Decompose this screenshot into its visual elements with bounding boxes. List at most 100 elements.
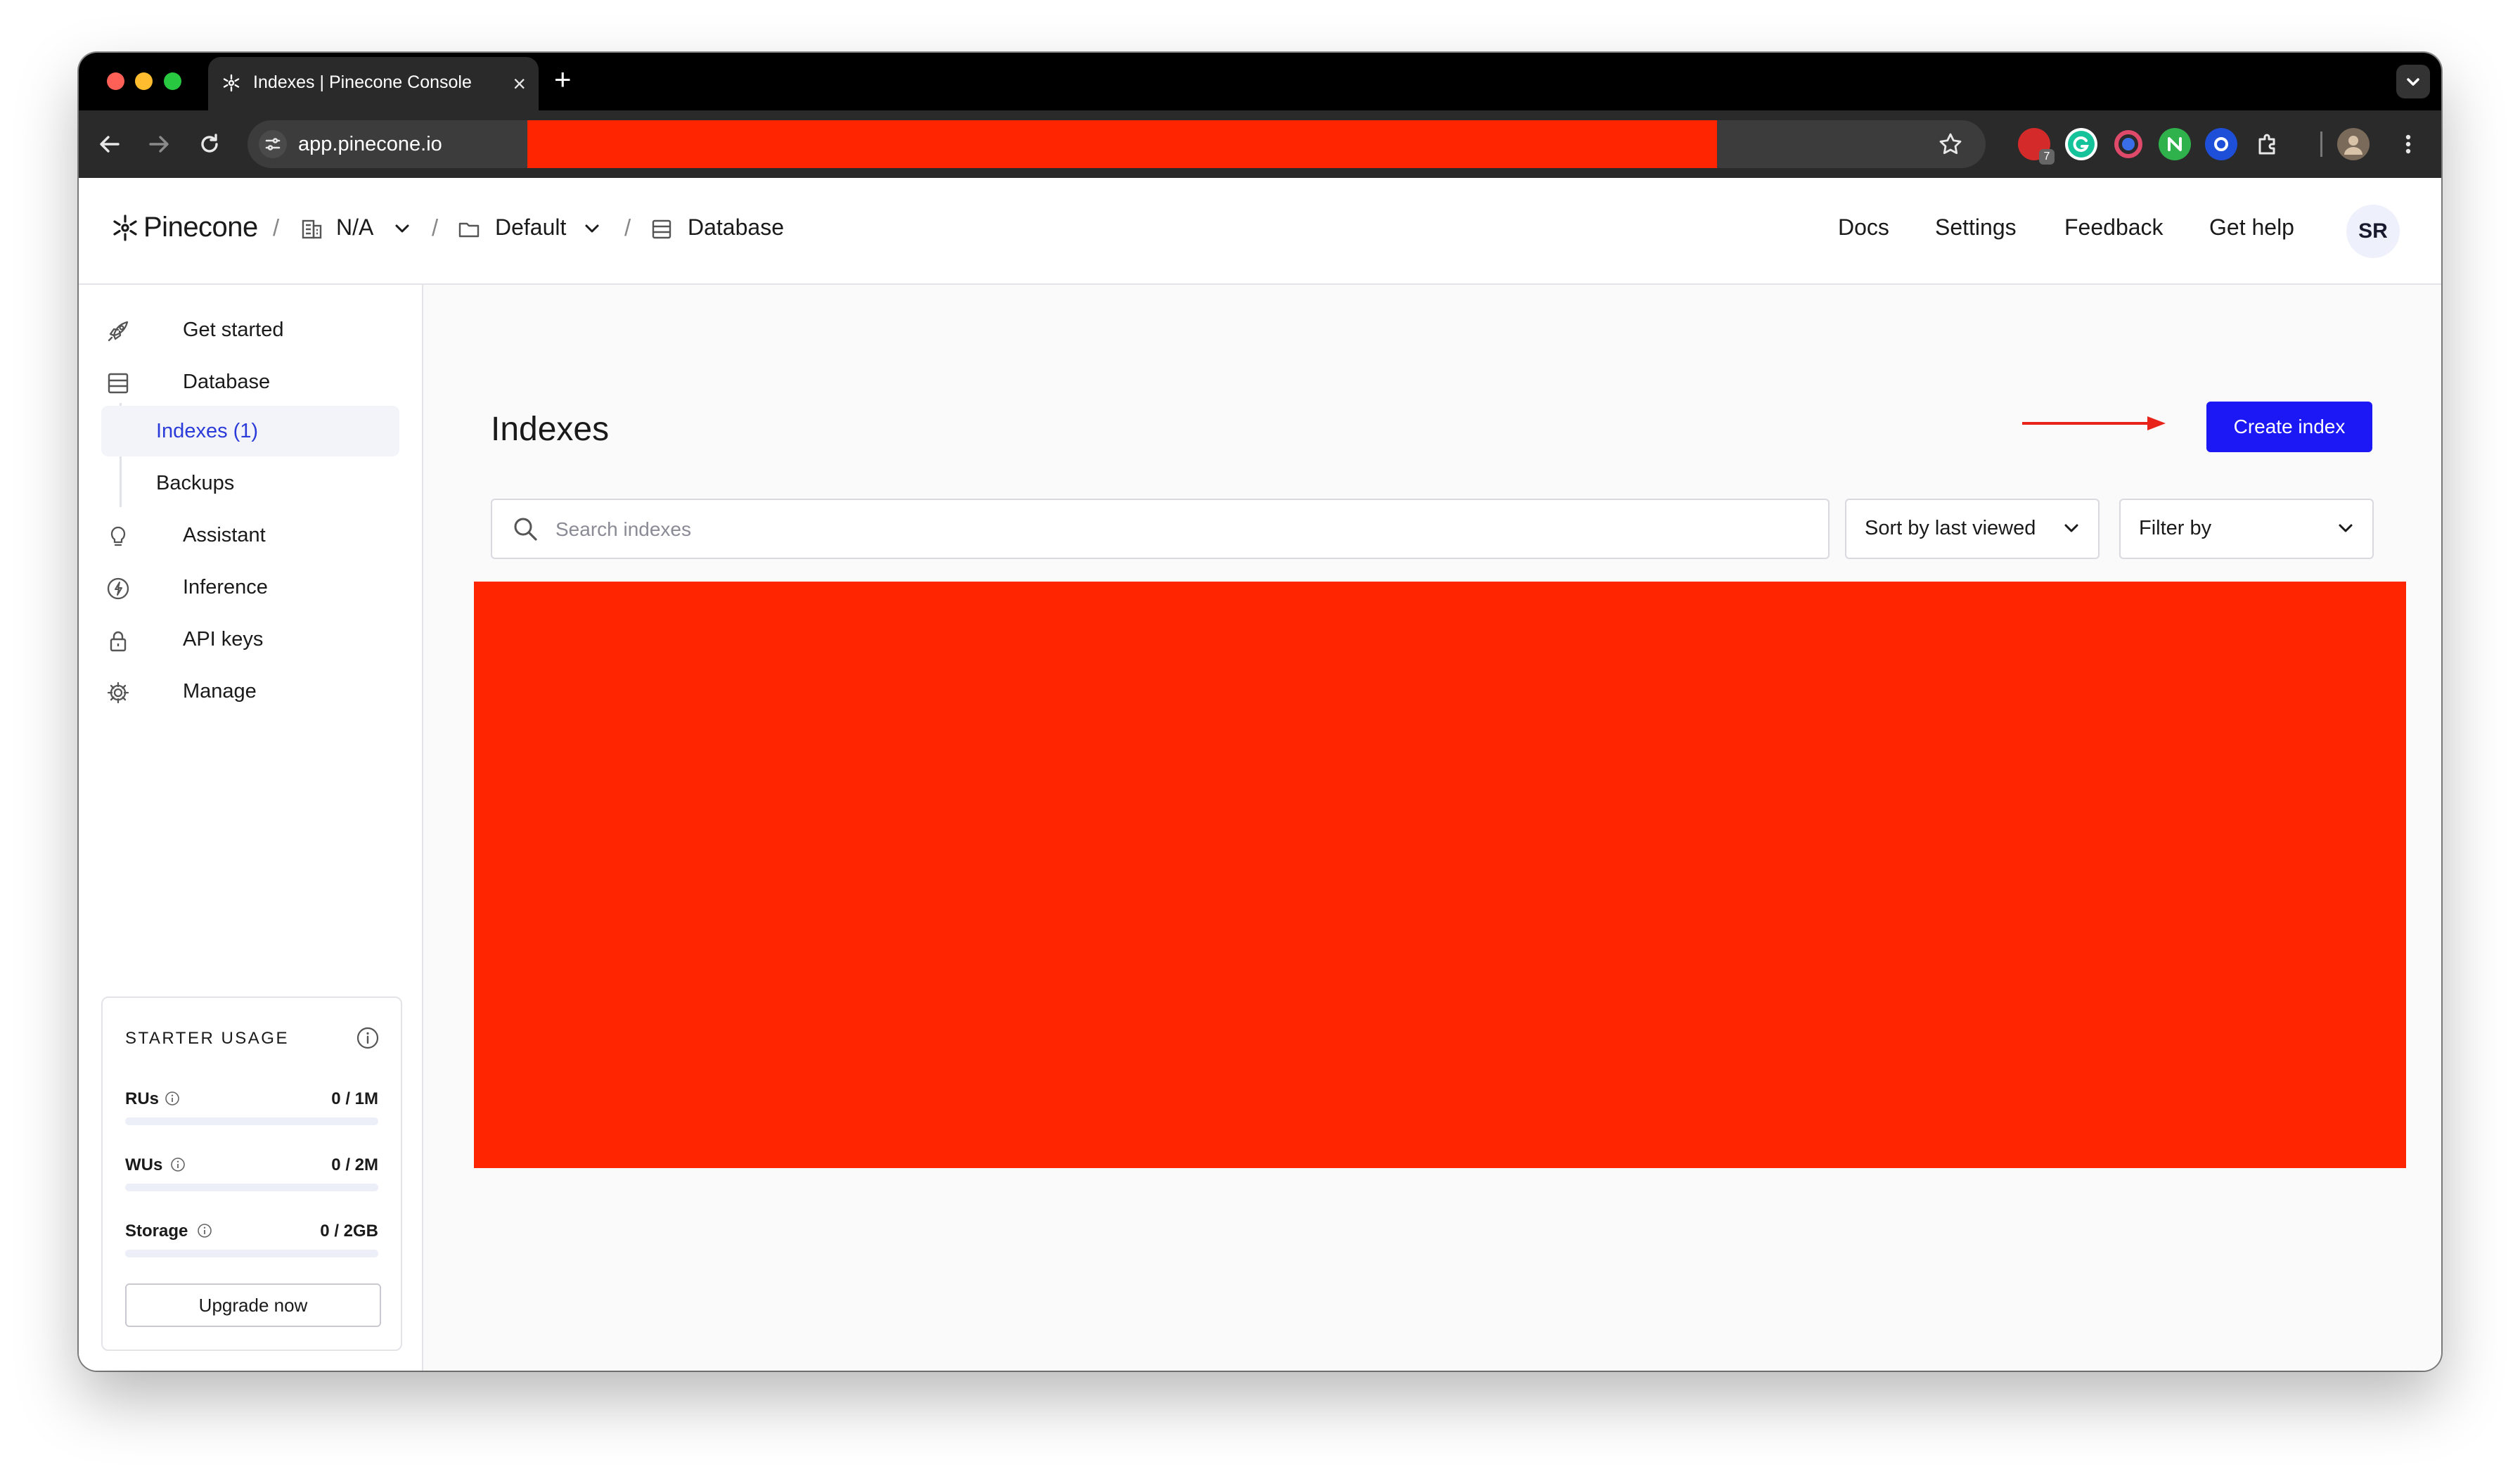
sidebar-item-backups[interactable]: Backups — [101, 458, 399, 508]
get-help-link[interactable]: Get help — [2209, 214, 2294, 241]
sidebar-item-label: Inference — [183, 576, 268, 598]
usage-label: Storage — [125, 1222, 188, 1241]
redacted-index-list — [474, 582, 2406, 1168]
pinecone-favicon-icon — [223, 74, 240, 92]
search-box[interactable] — [491, 499, 1830, 559]
grammarly-icon[interactable] — [2065, 128, 2097, 160]
url-text: app.pinecone.io — [298, 133, 442, 155]
forward-arrow-icon[interactable] — [142, 127, 176, 161]
search-input[interactable] — [554, 500, 1815, 559]
user-avatar[interactable]: SR — [2346, 205, 2400, 258]
site-info-icon[interactable] — [259, 130, 287, 158]
info-icon[interactable] — [356, 1026, 380, 1050]
filter-dropdown-label: Filter by — [2139, 517, 2212, 539]
browser-window: Indexes | Pinecone Console × + app.pinec… — [79, 53, 2441, 1371]
green-extension-icon[interactable] — [2159, 128, 2191, 160]
sidebar-item-label: Indexes (1) — [156, 420, 259, 442]
pinecone-logo-icon[interactable] — [111, 213, 139, 243]
usage-row-wus: WUs 0 / 2M — [125, 1155, 378, 1198]
info-icon[interactable] — [197, 1223, 212, 1238]
chevron-down-icon — [2407, 78, 2419, 86]
redacted-url-region — [527, 120, 1717, 168]
docs-link[interactable]: Docs — [1838, 214, 1889, 241]
sidebar: Get started Database Indexes (1) Backups… — [79, 285, 423, 1371]
sidebar-item-label: Assistant — [183, 524, 266, 546]
sidebar-item-manage[interactable]: Manage — [105, 670, 415, 712]
search-icon — [514, 518, 537, 541]
tab-search-button[interactable] — [2396, 65, 2430, 98]
create-index-button[interactable]: Create index — [2206, 402, 2372, 452]
usage-progress-bar — [125, 1117, 378, 1125]
bookmark-star-icon[interactable] — [1935, 129, 1966, 160]
filter-dropdown[interactable]: Filter by — [2119, 499, 2374, 559]
info-icon[interactable] — [170, 1157, 186, 1172]
breadcrumb-separator: / — [273, 214, 280, 241]
usage-label: WUs — [125, 1155, 163, 1174]
breadcrumb-separator: / — [432, 214, 439, 241]
back-arrow-icon[interactable] — [93, 127, 127, 161]
usage-title: STARTER USAGE — [125, 1029, 289, 1048]
sidebar-item-api-keys[interactable]: API keys — [105, 618, 415, 660]
minimize-window-button[interactable] — [135, 72, 153, 90]
profile-avatar-icon[interactable] — [2337, 128, 2370, 160]
annotation-arrow-icon — [2022, 416, 2166, 430]
usage-value: 0 / 1M — [331, 1089, 378, 1108]
usage-progress-bar — [125, 1250, 378, 1257]
address-bar[interactable]: app.pinecone.io — [248, 120, 1986, 168]
page-title: Indexes — [491, 411, 610, 448]
lock-icon — [110, 631, 127, 652]
chevron-down-icon — [2339, 524, 2353, 532]
info-icon[interactable] — [165, 1091, 180, 1106]
chevron-down-icon[interactable] — [584, 223, 600, 234]
database-icon — [108, 373, 129, 394]
folder-icon — [458, 222, 480, 238]
tab-strip: Indexes | Pinecone Console × + — [79, 53, 2441, 110]
breadcrumb-separator: / — [624, 214, 631, 241]
pinecone-console: Pinecone / N/A / Default / Database Docs… — [79, 178, 2441, 1371]
breadcrumb-organization[interactable]: N/A — [336, 214, 373, 241]
sidebar-item-get-started[interactable]: Get started — [105, 309, 415, 351]
sidebar-item-indexes[interactable]: Indexes (1) — [101, 406, 399, 456]
bolt-icon — [107, 577, 129, 600]
sidebar-item-label: Get started — [183, 319, 284, 341]
sort-dropdown[interactable]: Sort by last viewed — [1845, 499, 2100, 559]
tab-title: Indexes | Pinecone Console — [253, 72, 472, 92]
chevron-down-icon[interactable] — [394, 223, 411, 234]
blue-extension-icon[interactable] — [2205, 128, 2237, 160]
building-icon — [302, 219, 322, 239]
chevron-down-icon — [2064, 524, 2078, 532]
usage-progress-bar — [125, 1184, 378, 1191]
extension-red-icon[interactable]: 7 — [2018, 128, 2055, 165]
tab-close-icon[interactable]: × — [513, 67, 526, 101]
settings-link[interactable]: Settings — [1935, 214, 2017, 241]
upgrade-now-button[interactable]: Upgrade now — [125, 1283, 381, 1327]
reload-icon[interactable] — [193, 127, 226, 161]
usage-row-rus: RUs 0 / 1M — [125, 1089, 378, 1132]
sidebar-item-database[interactable]: Database — [105, 361, 415, 403]
feedback-link[interactable]: Feedback — [2064, 214, 2164, 241]
usage-label: RUs — [125, 1089, 160, 1108]
breadcrumb-database[interactable]: Database — [688, 214, 784, 241]
sidebar-item-label: Backups — [156, 472, 235, 494]
browser-tab[interactable]: Indexes | Pinecone Console × — [208, 57, 539, 110]
breadcrumb-project[interactable]: Default — [495, 214, 566, 241]
rocket-icon — [108, 321, 129, 342]
sidebar-item-assistant[interactable]: Assistant — [105, 514, 415, 556]
usage-value: 0 / 2M — [331, 1155, 378, 1174]
gear-icon — [107, 681, 129, 704]
browser-toolbar: app.pinecone.io 7 — [79, 110, 2441, 179]
brand-name[interactable]: Pinecone — [143, 212, 258, 243]
browser-menu-icon[interactable] — [2392, 128, 2424, 160]
sidebar-item-inference[interactable]: Inference — [105, 566, 415, 608]
extensions-puzzle-icon[interactable] — [2251, 128, 2284, 160]
usage-value: 0 / 2GB — [320, 1222, 378, 1241]
close-window-button[interactable] — [107, 72, 124, 90]
color-picker-extension-icon[interactable] — [2112, 128, 2145, 160]
zoom-window-button[interactable] — [164, 72, 181, 90]
sort-dropdown-label: Sort by last viewed — [1865, 517, 2036, 539]
database-icon — [652, 219, 671, 239]
lightbulb-icon — [110, 526, 126, 546]
new-tab-button[interactable]: + — [554, 63, 572, 96]
app-header: Pinecone / N/A / Default / Database Docs… — [79, 178, 2441, 285]
sidebar-item-label: Manage — [183, 680, 257, 703]
